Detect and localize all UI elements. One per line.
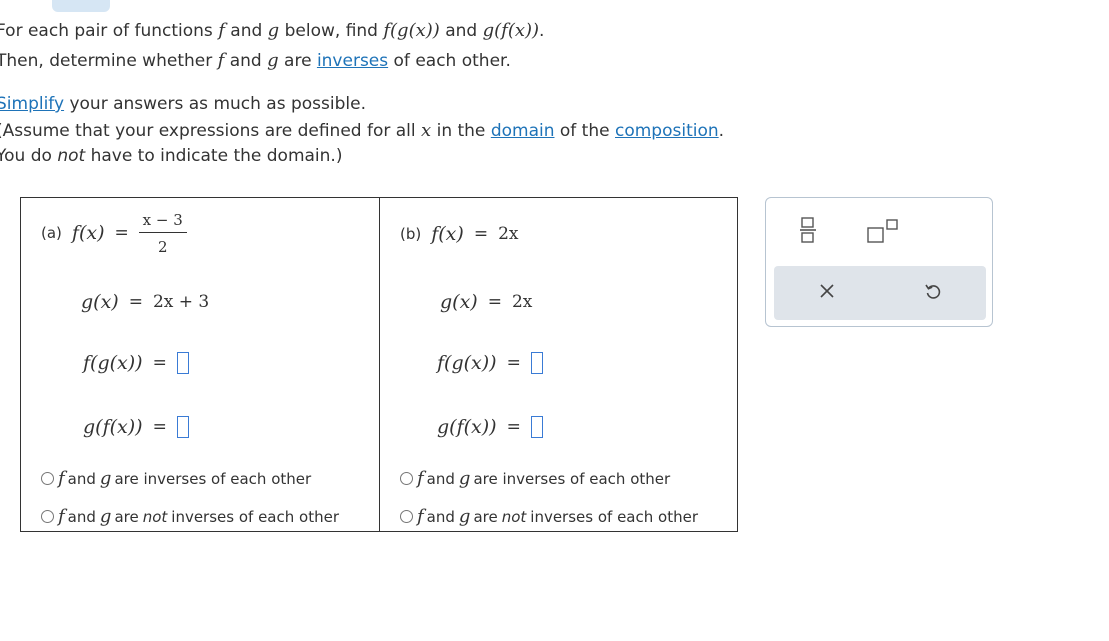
part-a-f-definition: (a) f(x) = x − 3 2 xyxy=(41,208,187,258)
radio-button[interactable] xyxy=(41,472,54,485)
part-a-option-inverses[interactable]: f and g are inverses of each other xyxy=(41,468,311,489)
exponent-icon[interactable] xyxy=(866,218,900,248)
problem-grid: (a) f(x) = x − 3 2 g(x) = 2x + 3 f(g(x))… xyxy=(20,197,738,532)
top-tab[interactable] xyxy=(52,0,110,12)
part-b-label: (b) xyxy=(400,225,422,243)
fraction-icon[interactable] xyxy=(798,216,818,248)
part-a-g-definition: g(x) = 2x + 3 xyxy=(81,291,210,313)
clear-icon xyxy=(819,283,835,303)
fraction: x − 3 2 xyxy=(138,211,187,256)
part-a-cell: (a) f(x) = x − 3 2 g(x) = 2x + 3 f(g(x))… xyxy=(21,198,379,531)
palette-actions xyxy=(774,266,986,320)
part-a-option-not-inverses[interactable]: f and g are not inverses of each other xyxy=(41,506,339,527)
composition-link[interactable]: composition xyxy=(615,121,719,141)
part-a-fog-row: f(g(x)) = xyxy=(83,348,189,378)
radio-button[interactable] xyxy=(400,510,413,523)
instruction-line-3: Simplify your answers as much as possibl… xyxy=(0,93,366,115)
part-b-g-definition: g(x) = 2x xyxy=(440,291,533,313)
part-a-label: (a) xyxy=(41,224,62,242)
part-a-gof-row: g(f(x)) = xyxy=(83,412,189,442)
part-b-cell: (b) f(x) = 2x g(x) = 2x f(g(x)) = g(f(x)… xyxy=(380,198,738,531)
part-b-option-inverses[interactable]: f and g are inverses of each other xyxy=(400,468,670,489)
inverses-link[interactable]: inverses xyxy=(317,51,388,71)
radio-button[interactable] xyxy=(41,510,54,523)
part-b-fog-row: f(g(x)) = xyxy=(437,348,543,378)
simplify-link[interactable]: Simplify xyxy=(0,94,64,114)
part-b-option-not-inverses[interactable]: f and g are not inverses of each other xyxy=(400,506,698,527)
undo-icon xyxy=(924,282,942,304)
part-a-fog-input[interactable] xyxy=(176,352,189,374)
domain-link[interactable]: domain xyxy=(491,121,555,141)
instruction-line-1: For each pair of functions f and g below… xyxy=(0,20,545,41)
instruction-line-5: You do not have to indicate the domain.) xyxy=(0,146,343,166)
clear-button[interactable] xyxy=(774,266,880,320)
part-b-gof-row: g(f(x)) = xyxy=(437,412,543,442)
part-b-gof-input[interactable] xyxy=(530,416,543,438)
part-b-fog-input[interactable] xyxy=(530,352,543,374)
part-b-f-definition: (b) f(x) = 2x xyxy=(400,223,519,245)
radio-button[interactable] xyxy=(400,472,413,485)
instruction-line-4: (Assume that your expressions are define… xyxy=(0,120,725,141)
part-a-gof-input[interactable] xyxy=(176,416,189,438)
undo-button[interactable] xyxy=(880,266,986,320)
math-palette xyxy=(765,197,993,327)
instruction-line-2: Then, determine whether f and g are inve… xyxy=(0,50,511,71)
